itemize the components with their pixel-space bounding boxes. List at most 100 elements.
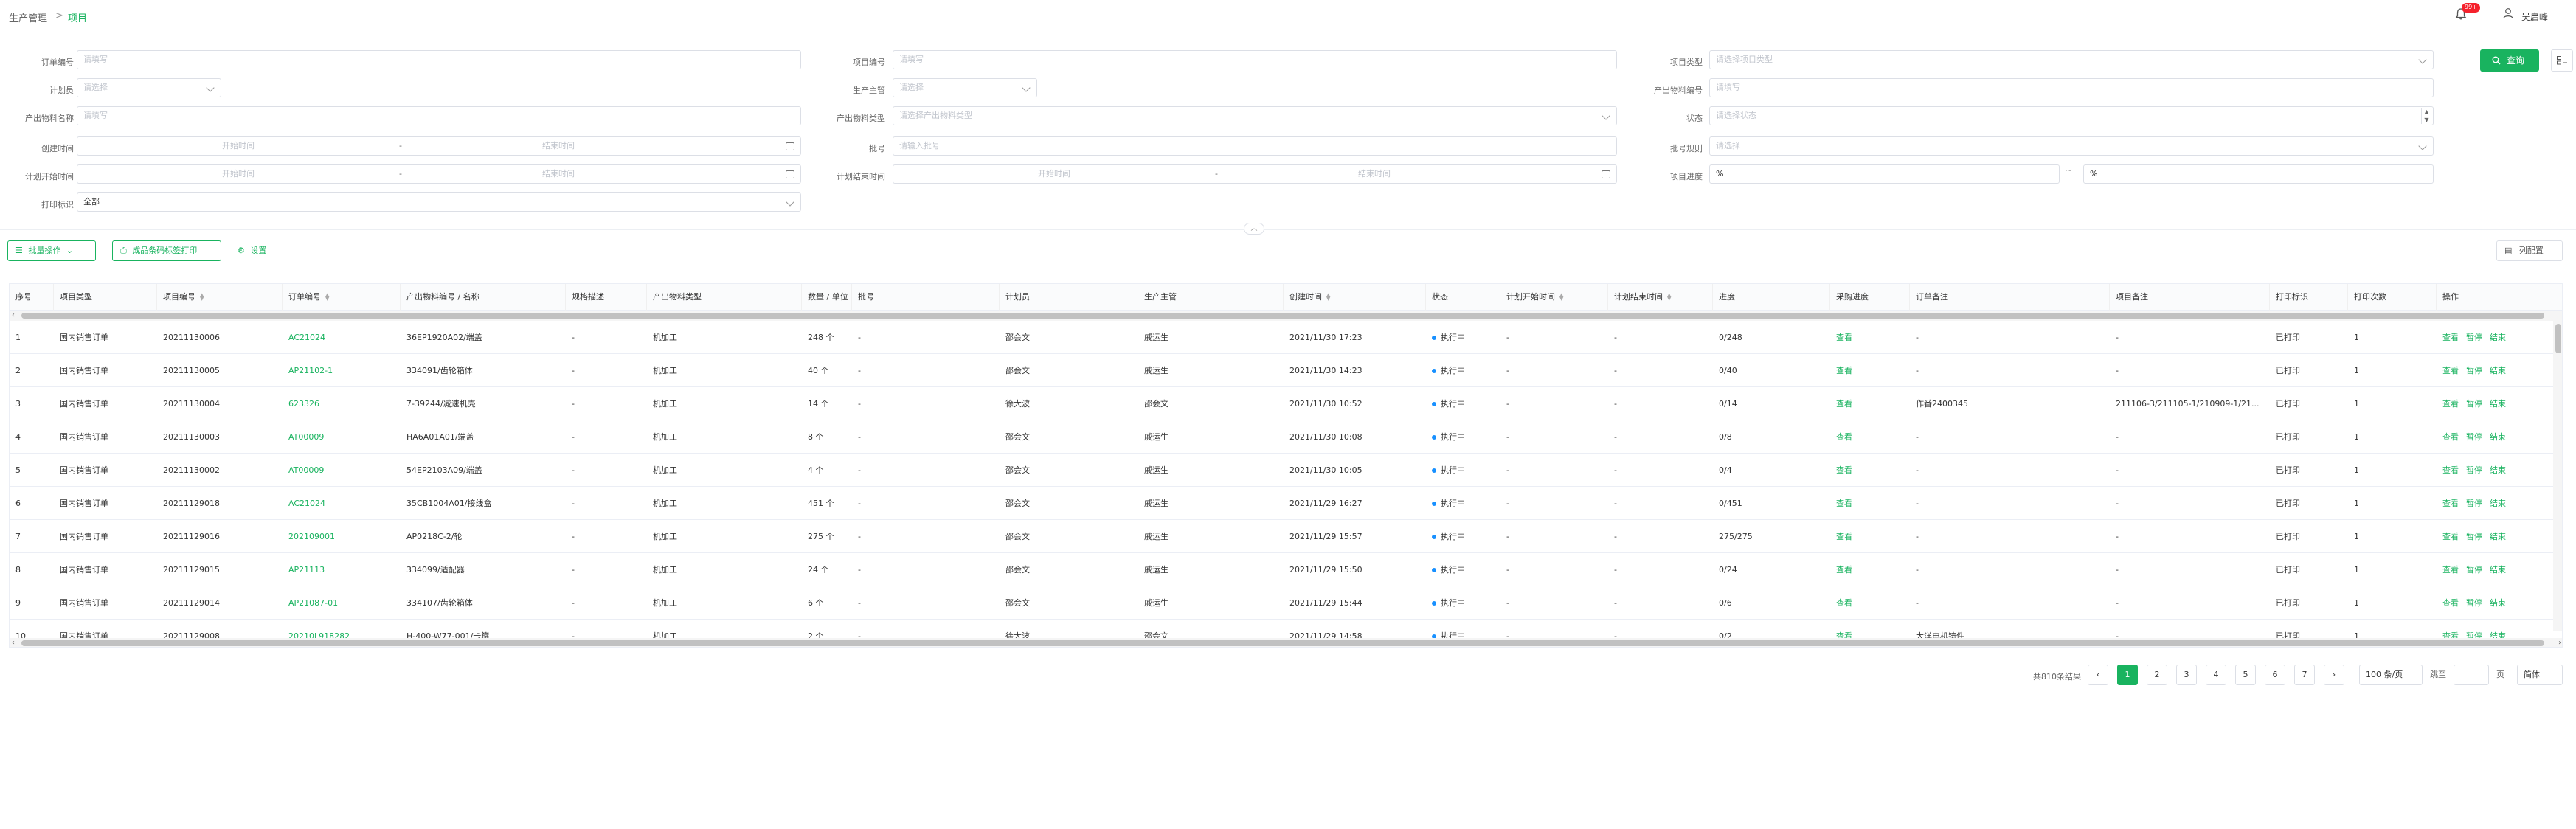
cell-order-no[interactable]: AP21087-01 — [283, 586, 401, 620]
scroll-thumb[interactable] — [21, 640, 2544, 646]
pause-action[interactable]: 暂停 — [2466, 532, 2482, 541]
plan-end-range[interactable]: 开始时间 - 结束时间 — [893, 164, 1617, 184]
prev-page-button[interactable]: ‹ — [2088, 665, 2108, 685]
view-action[interactable]: 查看 — [2442, 432, 2459, 442]
next-page-button[interactable]: › — [2324, 665, 2344, 685]
bottom-horizontal-scrollbar[interactable]: ‹ › — [10, 638, 2562, 647]
query-button[interactable]: 查询 — [2480, 49, 2539, 72]
sort-icon[interactable]: ▲ ▼ — [1667, 293, 1671, 302]
cell-text[interactable]: 查看 — [1836, 499, 1852, 508]
view-action[interactable]: 查看 — [2442, 598, 2459, 608]
table-row[interactable]: 7 国内销售订单 20211129016 202109001 AP0218C-2/轮 - 机… — [10, 520, 2562, 553]
finish-action[interactable]: 结束 — [2490, 465, 2506, 475]
batch-rule-select[interactable]: 请选择 — [1709, 136, 2434, 156]
pause-action[interactable]: 暂停 — [2466, 432, 2482, 442]
cell-text[interactable]: 查看 — [1836, 432, 1852, 442]
cell-text[interactable]: 623326 — [288, 399, 319, 409]
plan-start-range[interactable]: 开始时间 - 结束时间 — [77, 164, 801, 184]
cell-order-no[interactable]: AT00009 — [283, 454, 401, 487]
cell-text[interactable]: 查看 — [1836, 465, 1852, 475]
column-header[interactable]: 创建时间 ▲ ▼ — [1284, 284, 1426, 311]
cell-order-no[interactable]: 202109001 — [283, 520, 401, 553]
column-header[interactable]: 订单编号 ▲ ▼ — [283, 284, 401, 311]
table-row[interactable]: 3 国内销售订单 20211130004 623326 7-39244/减速机壳 - 机加工… — [10, 387, 2562, 420]
page-number-button[interactable]: 3 — [2176, 665, 2197, 685]
cell-text[interactable]: 查看 — [1836, 532, 1852, 541]
cell-text[interactable]: 查看 — [1836, 565, 1852, 575]
goto-page-input[interactable] — [2454, 665, 2489, 685]
table-row[interactable]: 9 国内销售订单 20211129014 AP21087-01 334107/齿轮箱体 -… — [10, 586, 2562, 620]
cell-purchase[interactable]: 查看 — [1830, 420, 1910, 454]
cell-text[interactable]: AP21087-01 — [288, 598, 338, 608]
cell-purchase[interactable]: 查看 — [1830, 520, 1910, 553]
view-action[interactable]: 查看 — [2442, 532, 2459, 541]
material-name-input[interactable]: 请填写 — [77, 106, 801, 125]
cell-text[interactable]: AT00009 — [288, 432, 324, 442]
column-header[interactable]: 项目编号 ▲ ▼ — [157, 284, 283, 311]
spinner-arrows-icon[interactable]: ▲ ▼ — [2421, 108, 2431, 124]
table-row[interactable]: 5 国内销售订单 20211130002 AT00009 54EP2103A09/端盖 -… — [10, 454, 2562, 487]
table-row[interactable]: 4 国内销售订单 20211130003 AT00009 HA6A01A01/端盖 - 机加… — [10, 420, 2562, 454]
table-row[interactable]: 1 国内销售订单 20211130006 AC21024 36EP1920A02/端盖 -… — [10, 321, 2562, 354]
pause-action[interactable]: 暂停 — [2466, 598, 2482, 608]
vertical-scroll-thumb[interactable] — [2555, 324, 2561, 353]
cell-order-no[interactable]: AP21113 — [283, 553, 401, 586]
finish-action[interactable]: 结束 — [2490, 532, 2506, 541]
scroll-right-icon[interactable]: › — [2558, 638, 2561, 647]
pause-action[interactable]: 暂停 — [2466, 399, 2482, 409]
scroll-left-icon[interactable]: ‹ — [12, 311, 15, 321]
sort-icon[interactable]: ▲ ▼ — [1559, 293, 1563, 302]
cell-text[interactable]: AP21102-1 — [288, 366, 333, 375]
plan-start-start[interactable]: 开始时间 — [222, 165, 255, 183]
settings-link[interactable]: ⚙ 设置 — [238, 240, 266, 261]
barcode-print-button[interactable]: ⎙ 成品条码标签打印 — [112, 240, 221, 261]
material-code-input[interactable]: 请填写 — [1709, 78, 2434, 97]
cell-text[interactable]: 查看 — [1836, 333, 1852, 342]
finish-action[interactable]: 结束 — [2490, 598, 2506, 608]
page-number-button[interactable]: 2 — [2147, 665, 2167, 685]
cell-purchase[interactable]: 查看 — [1830, 553, 1910, 586]
sort-icon[interactable]: ▲ ▼ — [200, 293, 204, 302]
plan-end-end[interactable]: 结束时间 — [1358, 165, 1391, 183]
cell-text[interactable]: AP21113 — [288, 565, 325, 575]
cell-text[interactable]: AC21024 — [288, 333, 325, 342]
cell-purchase[interactable]: 查看 — [1830, 387, 1910, 420]
top-horizontal-scrollbar[interactable]: ‹ › — [10, 311, 2562, 321]
cell-text[interactable]: AT00009 — [288, 465, 324, 475]
table-row[interactable]: 2 国内销售订单 20211130005 AP21102-1 334091/齿轮箱体 - 机… — [10, 354, 2562, 387]
user-name[interactable]: 吴启峰 — [2521, 10, 2548, 23]
cell-order-no[interactable]: AC21024 — [283, 321, 401, 354]
finish-action[interactable]: 结束 — [2490, 333, 2506, 342]
page-number-button[interactable]: 7 — [2294, 665, 2315, 685]
table-row[interactable]: 6 国内销售订单 20211129018 AC21024 35CB1004A01/接线盒… — [10, 487, 2562, 520]
cell-purchase[interactable]: 查看 — [1830, 321, 1910, 354]
pause-action[interactable]: 暂停 — [2466, 499, 2482, 508]
order-no-input[interactable]: 请填写 — [77, 50, 801, 69]
cell-text[interactable]: 查看 — [1836, 399, 1852, 409]
progress-to-input[interactable]: % — [2083, 164, 2434, 184]
project-no-input[interactable]: 请填写 — [893, 50, 1617, 69]
breadcrumb-parent[interactable]: 生产管理 — [9, 10, 47, 24]
column-header[interactable]: 计划结束时间 ▲ ▼ — [1608, 284, 1713, 311]
column-config-button[interactable]: ▤ 列配置 — [2496, 240, 2563, 261]
finish-action[interactable]: 结束 — [2490, 366, 2506, 375]
filter-layout-button[interactable] — [2551, 49, 2573, 72]
finish-action[interactable]: 结束 — [2490, 432, 2506, 442]
batch-no-input[interactable]: 请输入批号 — [893, 136, 1617, 156]
progress-from-input[interactable]: % — [1709, 164, 2060, 184]
pause-action[interactable]: 暂停 — [2466, 333, 2482, 342]
vertical-scrollbar[interactable] — [2553, 313, 2562, 631]
table-row[interactable]: 8 国内销售订单 20211129015 AP21113 334099/适配器 - 机加工 2… — [10, 553, 2562, 586]
cell-text[interactable]: 202109001 — [288, 532, 335, 541]
cell-purchase[interactable]: 查看 — [1830, 354, 1910, 387]
scroll-thumb[interactable] — [21, 313, 2544, 319]
column-header[interactable]: 计划开始时间 ▲ ▼ — [1500, 284, 1608, 311]
cell-text[interactable]: AC21024 — [288, 499, 325, 508]
supervisor-select[interactable]: 请选择 — [893, 78, 1037, 97]
finish-action[interactable]: 结束 — [2490, 565, 2506, 575]
cell-purchase[interactable]: 查看 — [1830, 586, 1910, 620]
cell-order-no[interactable]: AT00009 — [283, 420, 401, 454]
plan-end-start[interactable]: 开始时间 — [1038, 165, 1070, 183]
page-number-button[interactable]: 1 — [2117, 665, 2138, 685]
page-size-select[interactable]: 100 条/页 — [2359, 665, 2423, 685]
